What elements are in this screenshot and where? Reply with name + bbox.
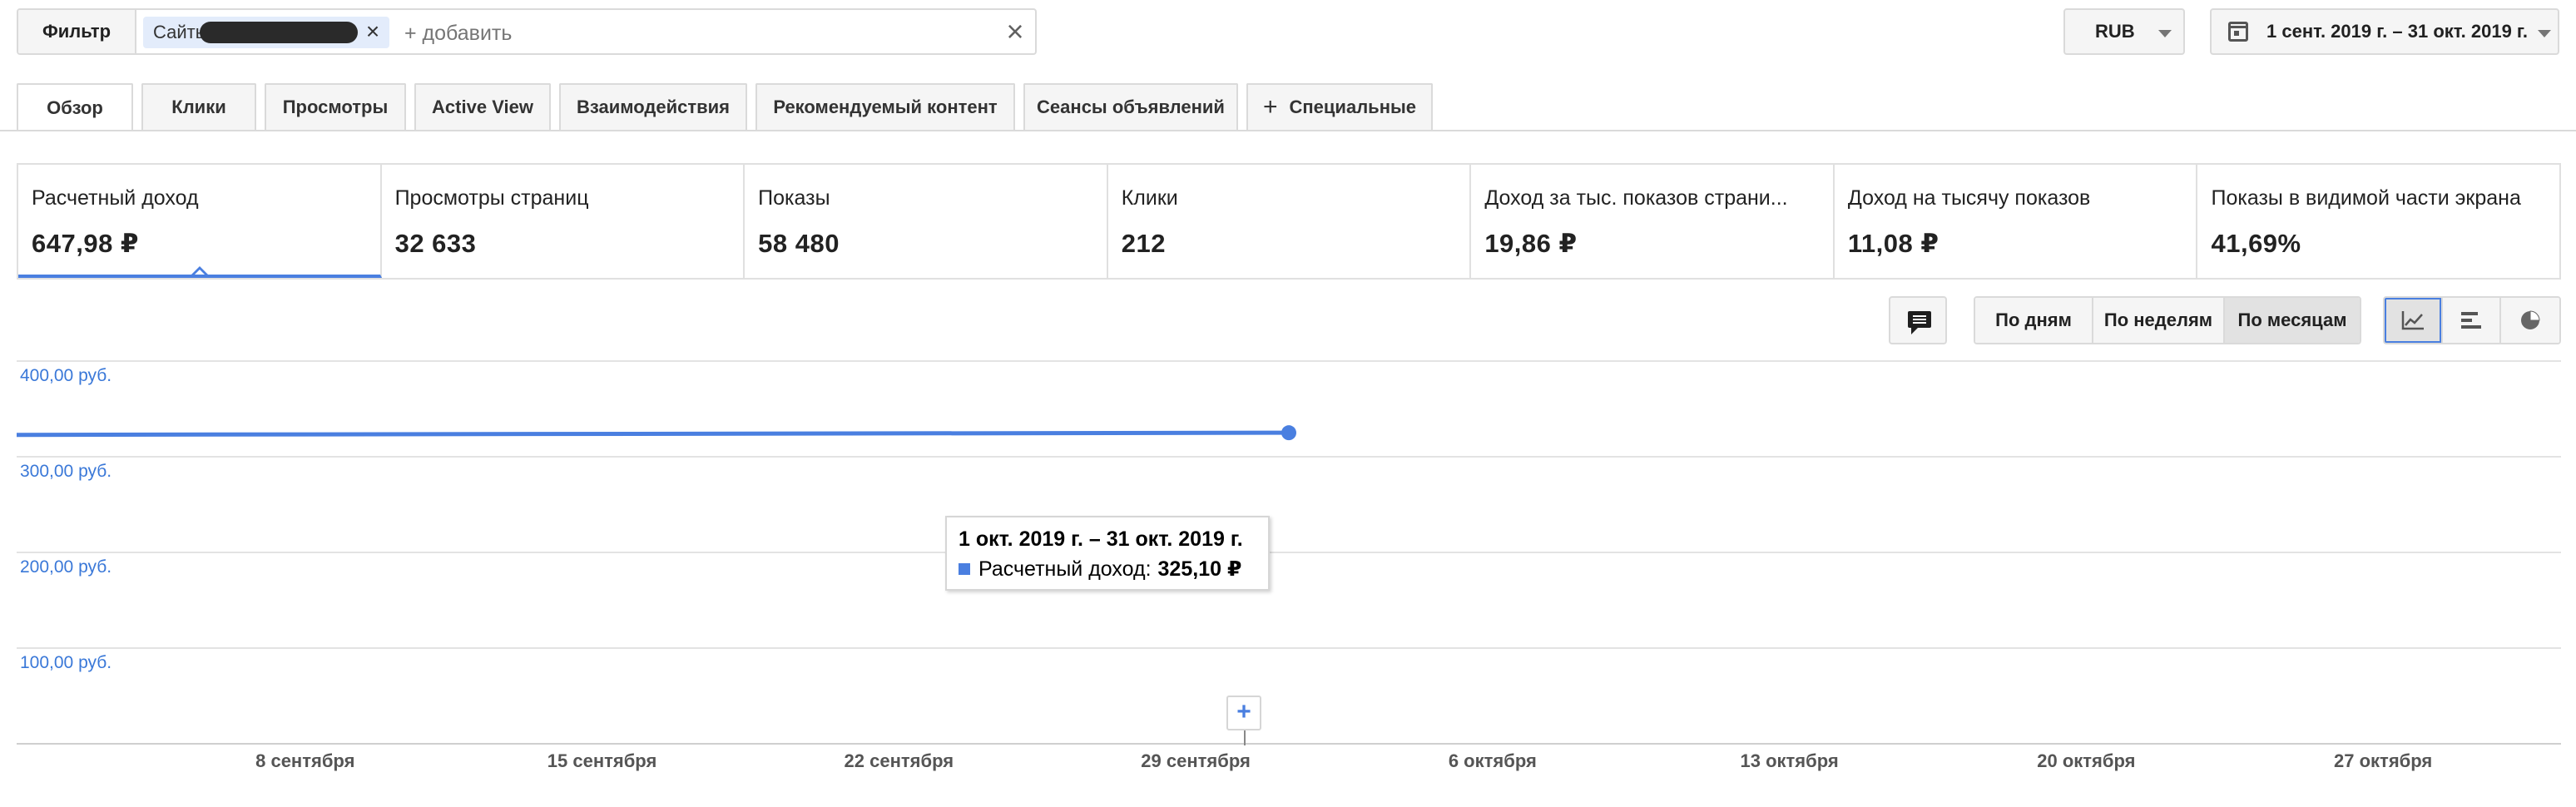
- filter-button[interactable]: Фильтр: [18, 10, 136, 53]
- chart-view-toggle: [2383, 296, 2561, 344]
- x-tick-label: 27 октября: [2334, 750, 2432, 771]
- chevron-down-icon: [2158, 30, 2172, 37]
- metric-viewability[interactable]: Показы в видимой части экрана 41,69%: [2197, 165, 2559, 278]
- report-tabs: Обзор Клики Просмотры Active View Взаимо…: [17, 83, 1433, 131]
- metric-label: Клики: [1121, 186, 1178, 210]
- tab-interactions[interactable]: Взаимодействия: [559, 83, 747, 130]
- data-point: [1281, 425, 1296, 441]
- metric-value: 58 480: [758, 229, 840, 258]
- filter-chip-sites[interactable]: Сайты ×: [143, 17, 389, 48]
- chart-canvas: 400,00 руб. 300,00 руб. 200,00 руб. 100,00 …: [16, 360, 2561, 771]
- metric-label: Расчетный доход: [32, 186, 199, 210]
- chip-remove-icon[interactable]: ×: [361, 20, 384, 43]
- tab-overview[interactable]: Обзор: [17, 83, 133, 131]
- x-tick-label: 15 сентября: [547, 750, 657, 771]
- y-tick-label: 100,00 руб.: [20, 653, 111, 672]
- tab-ad-sessions[interactable]: Сеансы объявлений: [1023, 83, 1238, 130]
- tooltip-value: 325,10 ₽: [1157, 557, 1242, 581]
- currency-select[interactable]: RUB: [2063, 8, 2185, 55]
- tab-active-view[interactable]: Active View: [414, 83, 551, 130]
- chart-tooltip: 1 окт. 2019 г. – 31 окт. 2019 г. Расчетн…: [945, 516, 1270, 591]
- metric-clicks[interactable]: Клики 212: [1108, 165, 1472, 278]
- active-pointer: [188, 266, 211, 275]
- revenue-chart: 400,00 руб. 300,00 руб. 200,00 руб. 100,00 …: [0, 358, 2576, 807]
- currency-value: RUB: [2095, 21, 2135, 42]
- filter-add-input[interactable]: [404, 18, 920, 48]
- tooltip-title: 1 окт. 2019 г. – 31 окт. 2019 г.: [959, 527, 1243, 551]
- metric-estimated-revenue[interactable]: Расчетный доход 647,98 ₽: [18, 165, 382, 278]
- tabs-divider: [0, 130, 2576, 131]
- metric-value: 647,98 ₽: [32, 229, 139, 258]
- calendar-icon: [2228, 22, 2248, 42]
- date-range-value: 1 сент. 2019 г. – 31 окт. 2019 г.: [2266, 21, 2528, 42]
- metric-value: 32 633: [394, 229, 477, 258]
- top-bar: Фильтр Сайты × × RUB 1 сент. 2019 г. – 3…: [17, 8, 2559, 55]
- y-tick-label: 200,00 руб.: [20, 557, 111, 577]
- line-chart-icon: [2401, 311, 2424, 330]
- plus-icon: +: [1262, 93, 1278, 121]
- metric-impressions[interactable]: Показы 58 480: [745, 165, 1108, 278]
- by-day-button[interactable]: По дням: [1975, 298, 2093, 343]
- x-tick-label: 22 сентября: [845, 750, 954, 771]
- clear-filter-icon[interactable]: ×: [1000, 17, 1030, 47]
- x-tick-label: 29 сентября: [1141, 750, 1251, 771]
- metric-cards: Расчетный доход 647,98 ₽ Просмотры стран…: [17, 163, 2561, 280]
- by-month-button[interactable]: По месяцам: [2225, 298, 2360, 343]
- x-tick-label: 13 октября: [1740, 750, 1838, 771]
- date-range-select[interactable]: 1 сент. 2019 г. – 31 окт. 2019 г.: [2210, 8, 2559, 55]
- line-chart-view-button[interactable]: [2385, 298, 2443, 343]
- pie-chart-icon: [2521, 310, 2540, 329]
- tooltip-row: Расчетный доход: 325,10 ₽: [959, 557, 1256, 582]
- metric-value: 11,08 ₽: [1847, 229, 1939, 258]
- metric-value: 212: [1121, 229, 1166, 258]
- series-color-swatch: [959, 563, 970, 575]
- redacted-mark: [200, 22, 358, 43]
- chevron-down-icon: [2538, 30, 2551, 37]
- y-tick-label: 300,00 руб.: [20, 462, 111, 481]
- annotations-button[interactable]: [1889, 296, 1947, 344]
- metric-value: 19,86 ₽: [1484, 229, 1578, 258]
- y-tick-label: 400,00 руб.: [20, 366, 111, 385]
- pie-chart-view-button[interactable]: [2501, 298, 2559, 343]
- metric-label: Показы: [758, 186, 830, 210]
- by-week-button[interactable]: По неделям: [2093, 298, 2225, 343]
- metric-value: 41,69%: [2211, 229, 2301, 258]
- tab-clicks[interactable]: Клики: [141, 83, 256, 130]
- series-line: [16, 430, 1290, 438]
- x-tick-label: 6 октября: [1449, 750, 1537, 771]
- bar-chart-view-button[interactable]: [2443, 298, 2501, 343]
- metric-label: Показы в видимой части экрана: [2211, 186, 2521, 210]
- metric-page-views[interactable]: Просмотры страниц 32 633: [382, 165, 746, 278]
- x-tick-label: 8 сентября: [255, 750, 354, 771]
- metric-impression-rpm[interactable]: Доход на тысячу показов 11,08 ₽: [1835, 165, 2198, 278]
- x-tick-label: 20 октября: [2037, 750, 2135, 771]
- period-toggle: По дням По неделям По месяцам: [1974, 296, 2361, 344]
- tab-recommended-content[interactable]: Рекомендуемый контент: [755, 83, 1015, 130]
- filter-box: Фильтр Сайты × ×: [17, 8, 1037, 55]
- metric-page-rpm[interactable]: Доход за тыс. показов страни... 19,86 ₽: [1471, 165, 1835, 278]
- add-annotation-button[interactable]: +: [1226, 696, 1261, 730]
- metric-label: Просмотры страниц: [394, 186, 589, 210]
- metric-label: Доход на тысячу показов: [1847, 186, 2091, 210]
- tab-views[interactable]: Просмотры: [265, 83, 406, 130]
- tooltip-label: Расчетный доход:: [978, 557, 1152, 581]
- metric-label: Доход за тыс. показов страни...: [1484, 186, 1788, 210]
- bar-chart-icon: [2461, 312, 2481, 329]
- comment-icon: [1908, 311, 1931, 334]
- tab-custom[interactable]: + Специальные: [1246, 83, 1433, 130]
- tab-custom-label: Специальные: [1289, 97, 1417, 117]
